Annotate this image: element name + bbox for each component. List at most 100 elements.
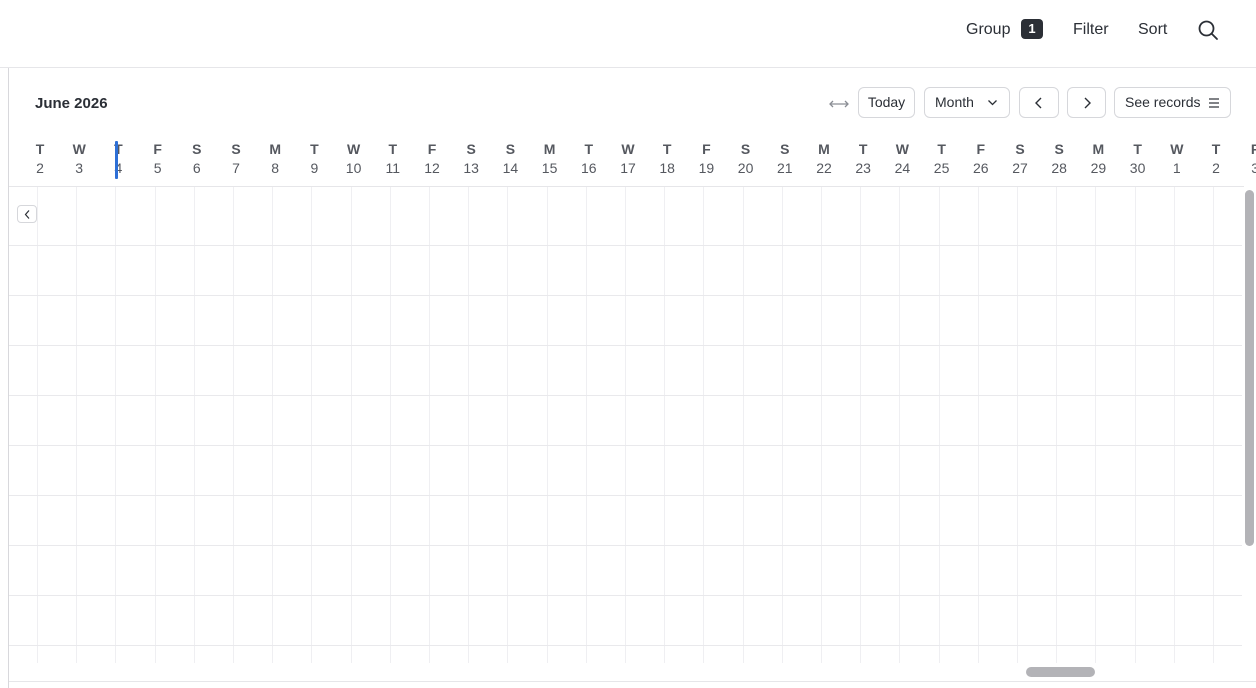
today-button[interactable]: Today bbox=[858, 87, 915, 118]
day-column-header: W 17 bbox=[613, 140, 643, 177]
day-number-label: 17 bbox=[620, 160, 636, 176]
day-number-label: 12 bbox=[424, 160, 440, 176]
weekday-label: S bbox=[1054, 141, 1064, 157]
weekday-label: W bbox=[346, 141, 361, 157]
day-number-label: 18 bbox=[659, 160, 675, 176]
weekday-label: T bbox=[1133, 141, 1142, 157]
day-column-header: W3 bbox=[64, 140, 94, 177]
see-records-label: See records bbox=[1125, 94, 1201, 110]
grid-column-line bbox=[743, 187, 744, 663]
weekday-label: S bbox=[231, 141, 241, 157]
grid-row-line bbox=[9, 645, 1242, 646]
grid-column-line bbox=[899, 187, 900, 663]
day-column-header: M8 bbox=[260, 140, 290, 177]
day-column-header: S 27 bbox=[1005, 140, 1035, 177]
chevron-left-icon bbox=[1035, 97, 1042, 109]
day-column-header: M 29 bbox=[1083, 140, 1113, 177]
day-column-header: S7 bbox=[221, 140, 251, 177]
day-column-header: T4 bbox=[103, 140, 133, 177]
collapse-panel-button[interactable] bbox=[17, 205, 37, 223]
weekday-label: S bbox=[505, 141, 516, 157]
weekday-label: S bbox=[466, 141, 476, 157]
grid-row-line bbox=[9, 395, 1242, 396]
search-icon[interactable] bbox=[1197, 19, 1219, 41]
weekday-label: S bbox=[740, 141, 751, 157]
view-select[interactable]: Month bbox=[924, 87, 1010, 118]
day-column-header: S 21 bbox=[770, 140, 800, 177]
grid-column-line bbox=[429, 187, 430, 663]
day-number-label: 25 bbox=[933, 160, 950, 176]
grid-column-line bbox=[1056, 187, 1057, 663]
day-column-header: T 18 bbox=[652, 140, 682, 177]
next-button[interactable] bbox=[1067, 87, 1106, 118]
weekday-label: S bbox=[780, 141, 790, 157]
day-number-label: 19 bbox=[698, 160, 715, 176]
day-column-header: T2 bbox=[25, 140, 55, 177]
grid-column-line bbox=[625, 187, 626, 663]
group-button[interactable]: Group bbox=[966, 18, 1010, 42]
day-number-label: 29 bbox=[1090, 160, 1107, 176]
grid-column-line bbox=[939, 187, 940, 663]
grid-column-line bbox=[1095, 187, 1096, 663]
day-number-label: 23 bbox=[855, 160, 871, 176]
day-column-header: S6 bbox=[182, 140, 212, 177]
grid-column-line bbox=[586, 187, 587, 663]
previous-button[interactable] bbox=[1019, 87, 1059, 118]
filter-button[interactable]: Filter bbox=[1073, 18, 1109, 42]
day-column-header: T 16 bbox=[574, 140, 604, 177]
grid-column-line bbox=[1213, 187, 1214, 663]
weekday-label: S bbox=[192, 141, 202, 157]
day-number-label: 10 bbox=[345, 160, 362, 176]
weekday-label: M bbox=[543, 141, 556, 157]
day-header-row: T 2 W 3 T 4 F 5 S 6 S 7 M 8 T 9 W 10 T 11 F 12 S 13 S 14 M 15 T 16 W 17… bbox=[0, 140, 1256, 186]
day-column-header: W 24 bbox=[887, 140, 917, 177]
grid-row-line bbox=[9, 595, 1242, 596]
day-number-label: 27 bbox=[1012, 160, 1028, 176]
day-column-header: M 22 bbox=[809, 140, 839, 177]
calendar-title: June 2026 bbox=[35, 95, 108, 112]
weekday-label: T bbox=[662, 141, 672, 157]
grid-row-line bbox=[9, 345, 1242, 346]
day-column-header: S 20 bbox=[731, 140, 761, 177]
day-number-label: 26 bbox=[973, 160, 989, 176]
sort-button[interactable]: Sort bbox=[1138, 18, 1167, 42]
timeline-grid[interactable] bbox=[9, 187, 1242, 663]
weekday-label: M bbox=[818, 141, 830, 157]
weekday-label: F bbox=[427, 141, 437, 157]
grid-column-line bbox=[860, 187, 861, 663]
grid-column-line bbox=[1174, 187, 1175, 663]
weekday-label: T bbox=[937, 141, 946, 157]
grid-column-line bbox=[311, 187, 312, 663]
grid-row-line bbox=[9, 545, 1242, 546]
weekday-label: W bbox=[72, 141, 86, 157]
weekday-label: S bbox=[1015, 141, 1025, 157]
grid-column-line bbox=[547, 187, 548, 663]
day-column-header: F 19 bbox=[691, 140, 721, 177]
day-column-header: T 25 bbox=[927, 140, 957, 177]
see-records-button[interactable]: See records bbox=[1114, 87, 1231, 118]
weekday-label: F bbox=[976, 141, 986, 157]
day-number-label: 20 bbox=[737, 160, 754, 176]
day-column-header: T9 bbox=[299, 140, 329, 177]
grid-column-line bbox=[821, 187, 822, 663]
day-number-label: 3 bbox=[75, 160, 84, 176]
weekday-label: M bbox=[1092, 141, 1105, 157]
menu-lines-icon bbox=[1209, 98, 1219, 108]
day-number-label: 3 bbox=[1251, 160, 1256, 176]
horizontal-scrollbar[interactable] bbox=[1026, 667, 1095, 677]
day-column-header: W1 bbox=[1162, 140, 1192, 177]
day-column-header: F3 bbox=[1240, 140, 1256, 177]
group-count-badge[interactable]: 1 bbox=[1021, 19, 1043, 39]
grid-column-line bbox=[155, 187, 156, 663]
horizontal-arrows-icon[interactable] bbox=[828, 96, 850, 112]
weekday-label: W bbox=[621, 141, 635, 157]
day-column-header: M 15 bbox=[535, 140, 565, 177]
grid-column-line bbox=[1135, 187, 1136, 663]
vertical-scrollbar[interactable] bbox=[1245, 190, 1254, 546]
grid-column-line bbox=[233, 187, 234, 663]
day-number-label: 6 bbox=[192, 160, 201, 176]
grid-column-line bbox=[507, 187, 508, 663]
weekday-label: F bbox=[1250, 141, 1256, 157]
day-column-header: S 13 bbox=[456, 140, 486, 177]
weekday-label: T bbox=[114, 141, 123, 157]
